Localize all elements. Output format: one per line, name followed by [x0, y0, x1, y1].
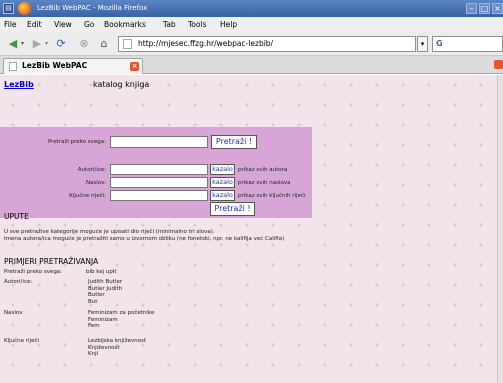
- keywords-input[interactable]: [110, 190, 208, 201]
- search-all-input[interactable]: [110, 136, 208, 148]
- url-history-dropdown-icon[interactable]: ▾: [417, 36, 428, 52]
- reload-icon[interactable]: ⟳: [54, 37, 68, 51]
- tab-lezbib-webpac[interactable]: LezBib WebPAC ×: [3, 58, 143, 74]
- tab-close-icon[interactable]: ×: [130, 62, 139, 71]
- example-value-search-all: bib kej upit: [86, 269, 117, 275]
- search-all-label: Pretraži preko svega:: [47, 139, 106, 145]
- catalog-subtitle: katalog knjiga: [93, 80, 150, 89]
- search-engine-icon[interactable]: G: [436, 39, 443, 48]
- author-input[interactable]: [110, 164, 208, 175]
- keywords-index-hint: prikaz svih ključnih riječi: [238, 193, 306, 199]
- url-text: http://mjesec.ffzg.hr/webpac-lezbib/: [138, 39, 274, 48]
- example-label-keywords: Ključne riječi: [4, 338, 40, 344]
- author-index-button[interactable]: kazalo: [210, 164, 235, 175]
- example-label-title: Naslov: [4, 310, 23, 316]
- example-value: Feminizam za početnike: [88, 310, 155, 316]
- example-values-author: Judith Butler Butler Judith Butler But: [88, 279, 122, 305]
- examples-heading: PRIMJERI PRETRAŽIVANJA: [4, 257, 99, 266]
- menu-tab[interactable]: Tab: [163, 17, 176, 32]
- title-index-hint: prikaz svih naslova: [238, 180, 291, 186]
- tab-page-icon: [9, 62, 17, 71]
- example-value: Lezbijska književnost: [88, 338, 146, 344]
- keywords-label: Ključne riječi:: [69, 193, 106, 199]
- forward-dropdown-icon[interactable]: ▾: [43, 37, 50, 51]
- example-value: But: [88, 298, 98, 305]
- title-input[interactable]: [110, 177, 208, 188]
- title-label: Naslov:: [85, 180, 106, 186]
- example-value: Judith Butler: [88, 279, 123, 285]
- navigation-toolbar: ◀ ▾ ▶ ▾ ⟳ ⊗ ⌂ http://mjesec.ffzg.hr/webp…: [0, 32, 503, 56]
- menu-tools[interactable]: Tools: [188, 17, 206, 32]
- close-tab-icon[interactable]: [494, 60, 503, 69]
- example-label-search-all: Pretraži preko svega:: [4, 269, 63, 275]
- menu-bookmarks[interactable]: Bookmarks: [104, 17, 146, 32]
- home-icon[interactable]: ⌂: [97, 37, 111, 51]
- example-values-title: Feminizam za početnike Feminizam Fem: [88, 310, 154, 330]
- back-icon[interactable]: ◀: [6, 37, 20, 51]
- vertical-scrollbar[interactable]: [497, 75, 503, 383]
- forward-icon[interactable]: ▶: [30, 37, 44, 51]
- example-value: Knji: [88, 351, 99, 357]
- author-index-hint: prikaz svih autora: [238, 167, 288, 173]
- search-button[interactable]: Pretraži !: [211, 135, 257, 149]
- example-label-author: Autori/ice:: [4, 279, 33, 285]
- instructions-line-1: U sve pretražive kategorije moguće je up…: [4, 229, 215, 235]
- minimize-icon[interactable]: –: [466, 3, 477, 14]
- example-value: Fem: [88, 323, 100, 329]
- menu-bar: File Edit View Go Bookmarks Tab Tools He…: [0, 17, 503, 32]
- search-panel: Pretraži preko svega: Pretraži ! Autori/…: [0, 127, 312, 218]
- menu-edit[interactable]: Edit: [27, 17, 42, 32]
- menu-go[interactable]: Go: [84, 17, 94, 32]
- brand-link[interactable]: LezBib: [4, 80, 34, 89]
- url-bar[interactable]: http://mjesec.ffzg.hr/webpac-lezbib/: [118, 36, 416, 52]
- author-label: Autori/ice:: [77, 167, 106, 173]
- close-window-icon[interactable]: ×: [492, 3, 503, 14]
- search-engine-box[interactable]: G: [432, 36, 503, 52]
- page-icon: [123, 39, 132, 49]
- instructions-line-2: Imena autora/ica moguće je pretražiti sa…: [4, 236, 285, 242]
- window-titlebar: ▤ LezBib WebPAC - Mozilla Firefox – □ ×: [0, 0, 503, 17]
- menu-file[interactable]: File: [4, 17, 17, 32]
- maximize-icon[interactable]: □: [479, 3, 490, 14]
- page-content: LezBib katalog knjiga Pretraži preko sve…: [0, 75, 497, 383]
- firefox-logo-icon: [18, 2, 31, 15]
- keywords-index-button[interactable]: kazalo: [210, 190, 235, 201]
- title-index-button[interactable]: kazalo: [210, 177, 235, 188]
- tab-bar: LezBib WebPAC ×: [0, 56, 503, 74]
- window-title: LezBib WebPAC - Mozilla Firefox: [37, 4, 148, 12]
- stop-icon[interactable]: ⊗: [77, 37, 91, 51]
- back-dropdown-icon[interactable]: ▾: [19, 37, 26, 51]
- tab-label: LezBib WebPAC: [22, 61, 88, 70]
- menu-view[interactable]: View: [54, 17, 72, 32]
- instructions-heading: UPUTE: [4, 212, 29, 221]
- menu-help[interactable]: Help: [220, 17, 237, 32]
- search-button-bottom[interactable]: Pretraži !: [210, 202, 255, 216]
- example-values-keywords: Lezbijska književnost Književnost Knji: [88, 338, 146, 358]
- window-menu-icon[interactable]: ▤: [3, 3, 14, 14]
